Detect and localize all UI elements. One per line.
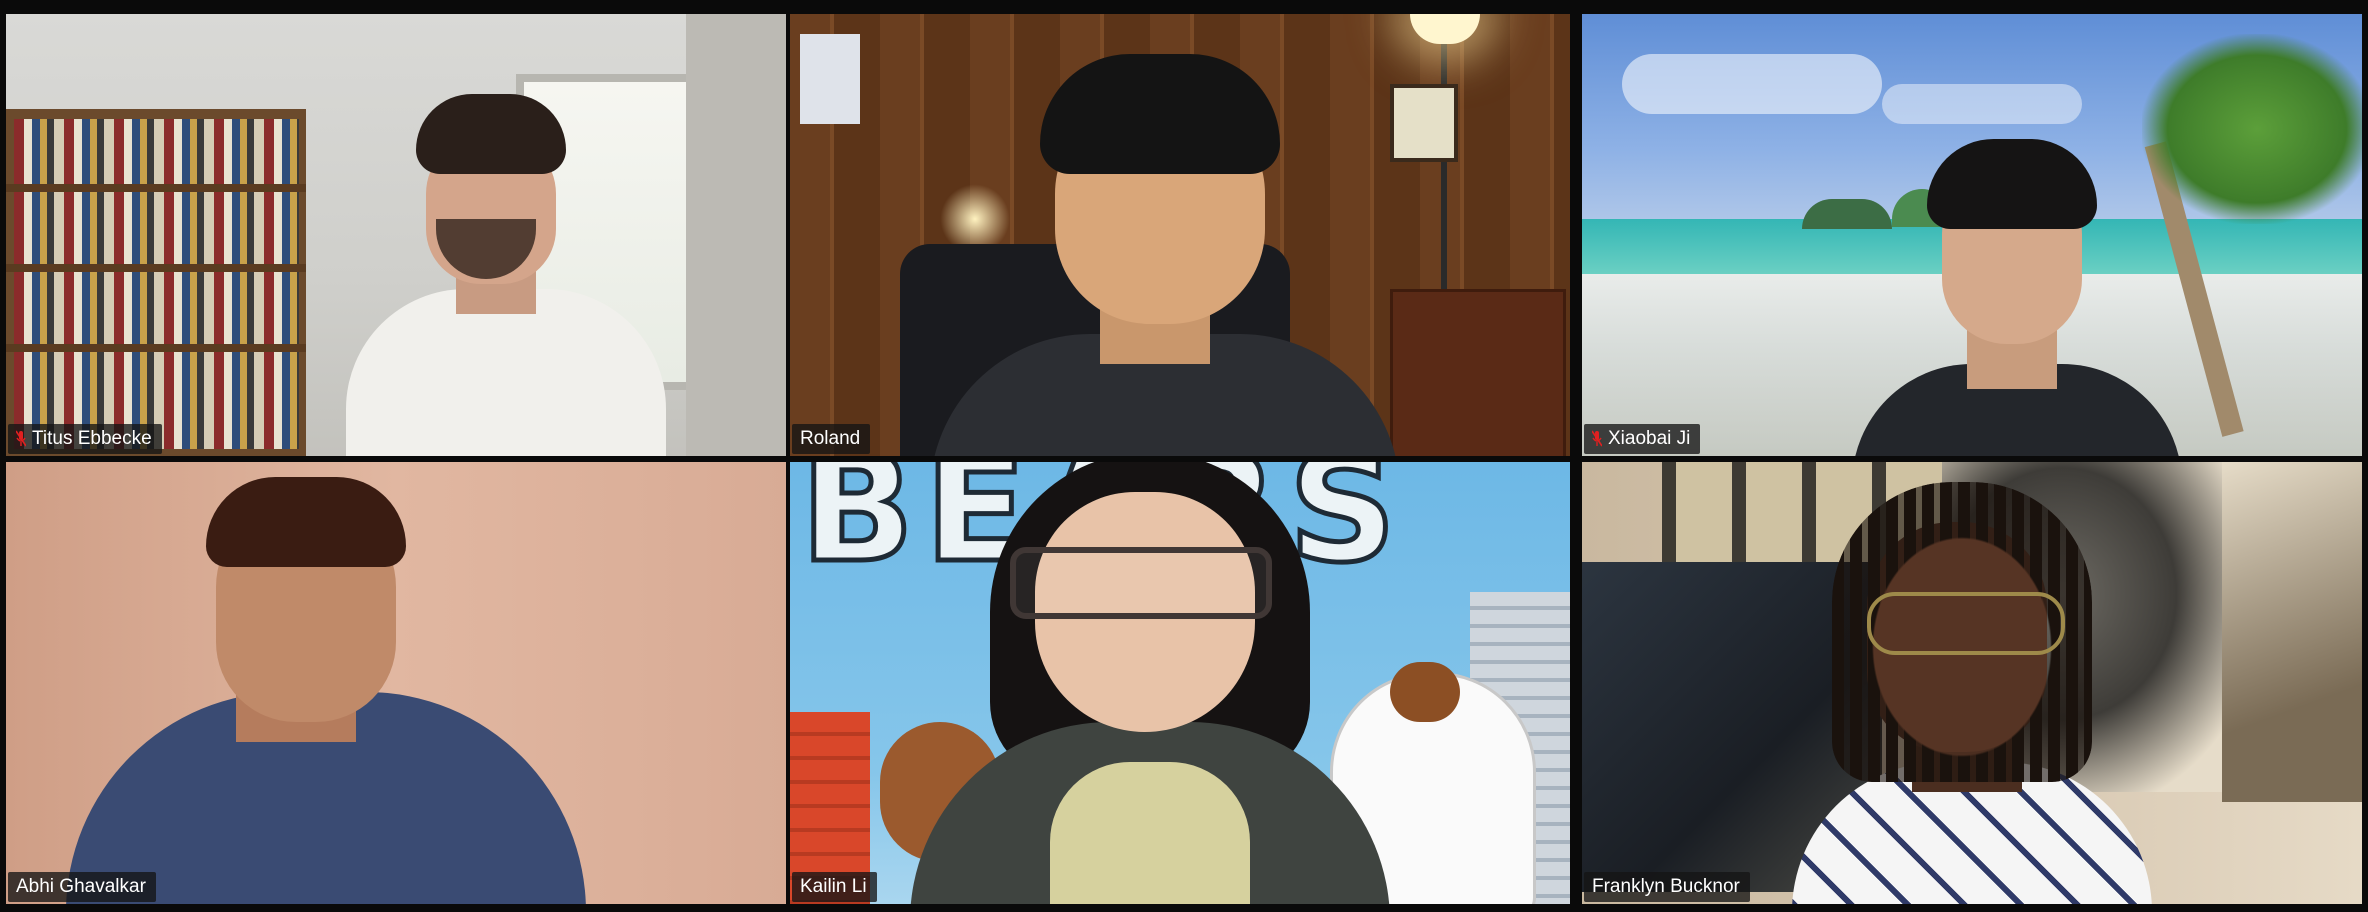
video-tile-roland[interactable]: Roland: [790, 14, 1570, 456]
participant-name: Roland: [800, 428, 861, 449]
participant-name: Xiaobai Ji: [1608, 428, 1691, 449]
video-tile-franklyn-bucknor[interactable]: Franklyn Bucknor: [1582, 462, 2362, 904]
participant-name: Franklyn Bucknor: [1592, 876, 1740, 897]
participant-nametag: Titus Ebbecke: [8, 424, 162, 454]
participant-name: Titus Ebbecke: [32, 428, 152, 449]
participant-nametag: Franklyn Bucknor: [1584, 872, 1750, 902]
video-feed: [6, 462, 786, 904]
video-feed: BEARS: [790, 462, 1570, 904]
video-tile-xiaobai-ji[interactable]: Xiaobai Ji: [1582, 14, 2362, 456]
participant-name: Kailin Li: [800, 876, 867, 897]
video-feed: [790, 14, 1570, 456]
video-tile-titus-ebbecke[interactable]: Titus Ebbecke: [6, 14, 786, 456]
video-feed: [1582, 462, 2362, 904]
video-tile-abhi-ghavalkar[interactable]: Abhi Ghavalkar: [6, 462, 786, 904]
participant-name: Abhi Ghavalkar: [16, 876, 146, 897]
video-feed: [6, 14, 786, 456]
mic-muted-icon: [16, 430, 26, 448]
participant-nametag: Xiaobai Ji: [1584, 424, 1701, 454]
participant-nametag: Kailin Li: [792, 872, 877, 902]
participant-nametag: Roland: [792, 424, 871, 454]
participant-nametag: Abhi Ghavalkar: [8, 872, 156, 902]
video-feed: [1582, 14, 2362, 456]
mic-muted-icon: [1592, 430, 1602, 448]
video-tile-kailin-li[interactable]: BEARS Kailin Li: [790, 462, 1570, 904]
gallery-view: Titus Ebbecke Roland Xiaobai Ji Abhi Gha…: [0, 0, 2368, 912]
